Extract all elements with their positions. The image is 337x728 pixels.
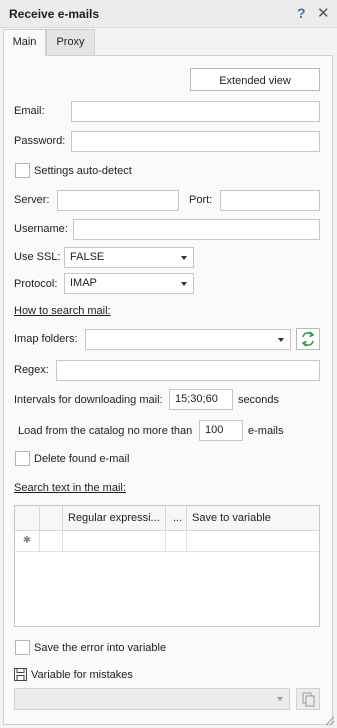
copy-icon xyxy=(302,692,315,707)
how-to-search-heading: How to search mail: xyxy=(14,305,111,317)
search-text-heading: Search text in the mail: xyxy=(14,482,126,494)
close-icon[interactable]: ✕ xyxy=(317,4,330,22)
protocol-label: Protocol: xyxy=(14,278,58,290)
chevron-down-icon xyxy=(278,338,284,342)
floppy-disk-icon xyxy=(14,668,27,681)
imap-folders-select[interactable] xyxy=(85,329,291,350)
username-field[interactable] xyxy=(73,219,320,240)
catalog-limit-field[interactable]: 100 xyxy=(199,420,243,441)
use-ssl-select[interactable]: FALSE xyxy=(64,247,194,268)
password-label: Password: xyxy=(14,135,66,147)
password-field[interactable] xyxy=(71,131,320,152)
table-cell[interactable] xyxy=(166,531,187,552)
use-ssl-value: FALSE xyxy=(70,251,105,263)
extended-view-button[interactable]: Extended view xyxy=(190,68,320,91)
port-field[interactable] xyxy=(220,190,320,211)
tab-proxy[interactable]: Proxy xyxy=(46,29,95,55)
delete-found-checkbox[interactable] xyxy=(15,451,30,466)
use-ssl-label: Use SSL: xyxy=(14,251,61,263)
save-error-label: Save the error into variable xyxy=(34,642,167,654)
intervals-field[interactable]: 15;30;60 xyxy=(169,389,233,410)
search-text-table[interactable]: Regular expressi... ... Save to variable… xyxy=(14,505,320,627)
table-cell[interactable] xyxy=(63,531,166,552)
catalog-label: Load from the catalog no more than xyxy=(18,425,193,437)
intervals-unit: seconds xyxy=(238,394,279,406)
table-cell[interactable] xyxy=(40,531,63,552)
variable-for-mistakes-select[interactable] xyxy=(14,688,290,710)
regex-label: Regex: xyxy=(14,364,49,376)
save-error-checkbox[interactable] xyxy=(15,640,30,655)
regex-field[interactable] xyxy=(56,360,320,381)
chevron-down-icon xyxy=(277,697,283,701)
delete-found-label: Delete found e-mail xyxy=(34,453,130,465)
username-label: Username: xyxy=(14,223,68,235)
window-title: Receive e-mails xyxy=(9,7,100,21)
variable-for-mistakes-label: Variable for mistakes xyxy=(31,669,133,681)
column-header-regular-expression[interactable]: Regular expressi... xyxy=(63,506,166,531)
table-header-cell xyxy=(40,506,63,531)
intervals-label: Intervals for downloading mail: xyxy=(14,394,163,406)
resize-grip-icon[interactable] xyxy=(323,714,335,726)
copy-variable-button[interactable] xyxy=(296,688,320,710)
port-label: Port: xyxy=(189,194,213,206)
server-label: Server: xyxy=(14,194,50,206)
autodetect-label: Settings auto-detect xyxy=(34,165,132,177)
refresh-folders-button[interactable] xyxy=(296,328,320,350)
email-label: Email: xyxy=(14,105,45,117)
tab-main[interactable]: Main xyxy=(3,29,46,56)
server-field[interactable] xyxy=(57,190,179,211)
chevron-down-icon xyxy=(181,282,187,286)
autodetect-checkbox[interactable] xyxy=(15,163,30,178)
protocol-value: IMAP xyxy=(70,277,97,289)
column-header-save-to-variable[interactable]: Save to variable xyxy=(187,506,319,531)
question-mark-icon[interactable]: ? xyxy=(297,5,306,21)
chevron-down-icon xyxy=(181,256,187,260)
catalog-unit: e-mails xyxy=(248,425,284,437)
new-row-marker: ✱ xyxy=(15,531,40,552)
refresh-icon xyxy=(301,331,315,347)
column-header-ellipsis[interactable]: ... xyxy=(166,506,187,531)
protocol-select[interactable]: IMAP xyxy=(64,273,194,294)
table-cell[interactable] xyxy=(187,531,319,552)
table-header-cell xyxy=(15,506,40,531)
email-field[interactable] xyxy=(71,101,320,122)
imap-folders-label: Imap folders: xyxy=(14,333,78,345)
